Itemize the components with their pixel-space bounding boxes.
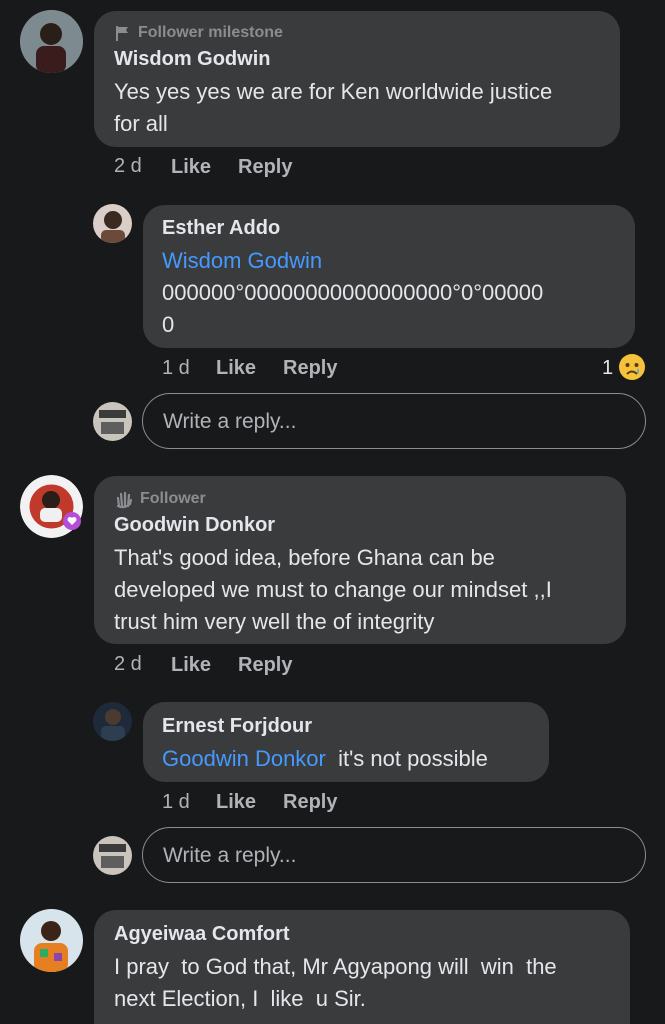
flag-icon — [116, 26, 128, 41]
reply-text: Goodwin Donkor it's not possible — [162, 743, 488, 775]
reaction-count[interactable]: 1 — [602, 357, 613, 380]
like-button[interactable]: Like — [216, 791, 256, 814]
reply-time[interactable]: 1 d — [162, 357, 190, 380]
like-button[interactable]: Like — [171, 156, 211, 179]
reply-author[interactable]: Esther Addo — [162, 217, 280, 240]
comment-text-line: I pray to God that, Mr Agyapong will win… — [114, 954, 557, 979]
user-photo-icon — [20, 10, 83, 73]
reply-input-box[interactable] — [142, 827, 646, 884]
wave-hand-icon — [116, 491, 133, 509]
current-user-avatar — [93, 836, 132, 875]
sad-face-icon[interactable] — [618, 353, 646, 381]
comment-author[interactable]: Wisdom Godwin — [114, 48, 270, 71]
reply-input-box[interactable] — [142, 393, 646, 450]
comment-text-line: developed we must to change our mindset … — [114, 577, 552, 602]
avatar[interactable] — [93, 702, 132, 741]
avatar[interactable] — [93, 204, 132, 243]
follower-milestone-badge: Follower milestone — [114, 24, 283, 42]
user-photo-icon — [93, 402, 132, 441]
like-button[interactable]: Like — [216, 357, 256, 380]
reply-time[interactable]: 1 d — [162, 791, 190, 814]
comment-text-line: Yes yes yes we are for Ken worldwide jus… — [114, 79, 553, 104]
user-photo-icon — [93, 702, 132, 741]
comment-time[interactable]: 2 d — [114, 653, 142, 676]
reply-button[interactable]: Reply — [238, 654, 292, 677]
user-photo-icon — [20, 909, 83, 972]
badge-label: Follower milestone — [138, 24, 283, 41]
comment-text-line: That's good idea, before Ghana can be — [114, 545, 495, 570]
reply-input[interactable] — [161, 394, 617, 450]
current-user-avatar — [93, 402, 132, 441]
reply-button[interactable]: Reply — [238, 156, 292, 179]
comment-text-line: next Election, I like u Sir. — [114, 986, 366, 1011]
reply-author[interactable]: Ernest Forjdour — [162, 715, 312, 738]
comment-author[interactable]: Agyeiwaa Comfort — [114, 923, 290, 946]
heart-badge-icon — [63, 512, 81, 530]
avatar[interactable] — [20, 10, 83, 73]
mention-link[interactable]: Wisdom Godwin — [162, 245, 322, 277]
avatar[interactable] — [20, 909, 83, 972]
comment-time[interactable]: 2 d — [114, 155, 142, 178]
reply-button[interactable]: Reply — [283, 357, 337, 380]
reply-button[interactable]: Reply — [283, 791, 337, 814]
reply-text-body: it's not possible — [338, 746, 488, 771]
reply-input[interactable] — [161, 828, 617, 884]
user-photo-icon — [93, 204, 132, 243]
follower-badge: Follower — [114, 489, 206, 509]
comment-author[interactable]: Goodwin Donkor — [114, 514, 275, 537]
comment-text-line: trust him very well the of integrity — [114, 609, 435, 634]
reply-text-line: 000000°00000000000000000°0°00000 — [162, 280, 544, 305]
badge-label: Follower — [140, 490, 206, 507]
reply-text-line: 0 — [162, 312, 175, 337]
like-button[interactable]: Like — [171, 654, 211, 677]
user-photo-icon — [93, 836, 132, 875]
comment-text-line: for all — [114, 111, 168, 136]
mention-link[interactable]: Goodwin Donkor — [162, 746, 326, 771]
